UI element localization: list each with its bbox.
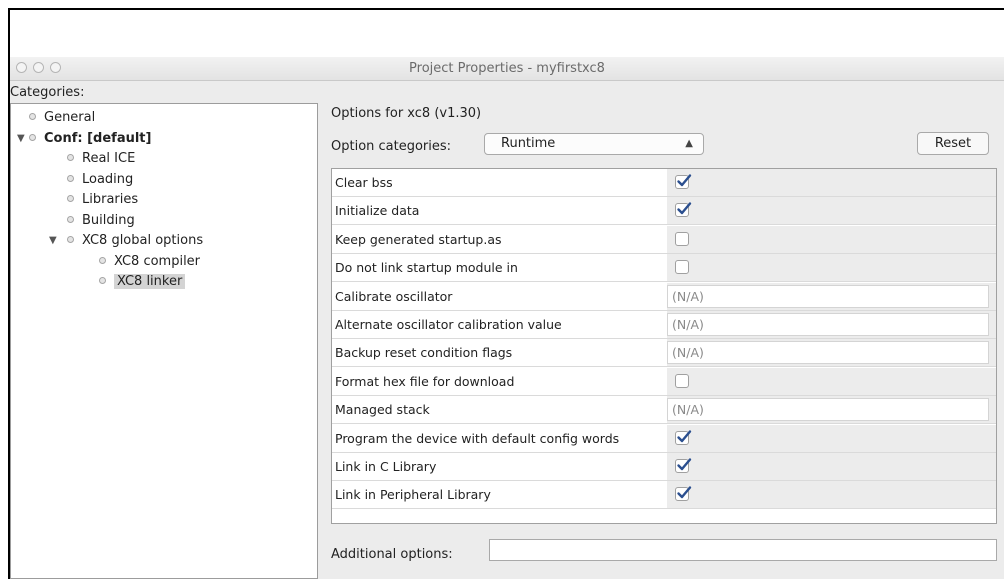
tree-node[interactable]: XC8 linker — [99, 272, 186, 292]
option-categories-select[interactable]: Runtime ▲ — [484, 133, 704, 155]
option-value-cell: (N/A) — [667, 396, 996, 424]
tree-node[interactable]: Libraries — [67, 190, 138, 210]
tree-node-label: Real ICE — [82, 151, 136, 166]
option-row: Alternate oscillator calibration value (N… — [332, 311, 996, 339]
node-bullet-icon — [99, 277, 106, 284]
option-row: Calibrate oscillator (N/A) — [332, 282, 996, 311]
tree-node-label: Building — [82, 212, 135, 228]
checked-checkbox[interactable] — [675, 486, 692, 502]
option-value-cell — [667, 367, 996, 395]
node-bullet-icon — [29, 133, 36, 141]
option-text-field[interactable]: (N/A) — [667, 284, 989, 308]
option-text-field[interactable]: (N/A) — [667, 313, 989, 336]
window-titlebar: Project Properties - myfirstxc8 — [10, 57, 1004, 81]
option-name: Backup reset condition flags — [335, 345, 513, 361]
option-categories-value: Runtime — [501, 136, 556, 151]
option-row: Clear bss — [332, 169, 996, 197]
option-name: Keep generated startup.as — [335, 231, 502, 247]
node-bullet-icon — [67, 154, 74, 161]
option-name: Clear bss — [335, 175, 393, 190]
checkmark-icon — [677, 458, 692, 471]
option-value-cell: (N/A) — [667, 339, 996, 367]
option-value-cell — [667, 453, 996, 480]
node-bullet-icon — [67, 195, 74, 202]
option-categories-label: Option categories: — [331, 139, 452, 154]
option-value-cell — [667, 481, 996, 509]
tree-node-label: Loading — [82, 171, 134, 187]
tree-node[interactable]: ▼ XC8 global options — [49, 231, 204, 251]
categories-label: Categories: — [10, 85, 85, 100]
additional-options-input[interactable] — [489, 539, 997, 561]
option-row: Link in Peripheral Library — [332, 481, 996, 510]
option-value-cell — [667, 424, 996, 452]
option-row: Format hex file for download — [332, 367, 996, 396]
option-row: Link in C Library — [332, 453, 996, 481]
node-bullet-icon — [67, 215, 74, 223]
node-bullet-icon — [67, 174, 74, 182]
checked-checkbox[interactable] — [675, 429, 692, 445]
option-name: Format hex file for download — [335, 373, 515, 389]
option-name: Link in C Library — [335, 459, 437, 474]
checked-checkbox[interactable] — [675, 202, 692, 218]
option-row: Program the device with default config w… — [332, 424, 996, 453]
option-row: Keep generated startup.as — [332, 225, 996, 254]
reset-button[interactable]: Reset — [917, 132, 989, 155]
node-bullet-icon — [67, 236, 74, 243]
option-row: Managed stack (N/A) — [332, 396, 996, 425]
updown-arrows-icon: ▲ — [685, 138, 693, 149]
option-value-cell — [667, 225, 996, 253]
tree-node-label: XC8 linker — [114, 274, 186, 289]
tree-node-label: XC8 global options — [82, 233, 204, 248]
option-name: Managed stack — [335, 402, 430, 418]
categories-tree[interactable]: General ▼ Conf: [default] Real ICE Loading Li… — [10, 103, 318, 579]
option-row: Backup reset condition flags (N/A) — [332, 339, 996, 368]
additional-options-label: Additional options: — [331, 547, 453, 562]
option-value-cell — [667, 254, 996, 282]
option-text-field[interactable]: (N/A) — [667, 341, 989, 365]
option-value-cell: (N/A) — [667, 311, 996, 338]
option-row: Initialize data — [332, 197, 996, 226]
option-name: Do not link startup module in — [335, 260, 518, 276]
checked-checkbox[interactable] — [675, 458, 692, 473]
option-text-field[interactable]: (N/A) — [667, 398, 989, 422]
dialog-body: Categories: General ▼ Conf: [default] Real … — [10, 81, 1004, 579]
options-table: Clear bss Initialize data Keep generated s… — [331, 168, 997, 524]
tree-node-label: XC8 compiler — [114, 253, 201, 269]
tree-node[interactable]: ▼ Conf: [default] — [17, 129, 152, 149]
tree-node-label: Conf: [default] — [44, 130, 152, 146]
tree-node[interactable]: Loading — [67, 170, 133, 190]
unchecked-checkbox[interactable] — [675, 373, 689, 388]
tree-node[interactable]: Building — [67, 211, 135, 231]
unchecked-checkbox[interactable] — [675, 260, 689, 275]
checkmark-icon — [677, 486, 692, 499]
expand-arrow-icon[interactable]: ▼ — [49, 231, 57, 251]
option-value-cell — [667, 197, 996, 225]
option-row: Do not link startup module in — [332, 254, 996, 283]
node-bullet-icon — [29, 113, 36, 120]
option-value-cell: (N/A) — [667, 282, 996, 310]
checkmark-icon — [677, 202, 692, 215]
option-value-cell — [667, 169, 996, 196]
option-name: Link in Peripheral Library — [335, 487, 491, 503]
window-title: Project Properties - myfirstxc8 — [409, 61, 605, 76]
checkmark-icon — [677, 429, 692, 442]
tree-node[interactable]: General — [29, 108, 95, 128]
unchecked-checkbox[interactable] — [675, 231, 689, 246]
tree-node-label: Libraries — [82, 192, 139, 207]
option-name: Calibrate oscillator — [335, 288, 453, 304]
tree-node[interactable]: Real ICE — [67, 149, 135, 169]
checkmark-icon — [677, 174, 692, 187]
options-title: Options for xc8 (v1.30) — [331, 106, 482, 121]
option-name: Program the device with default config w… — [335, 430, 620, 446]
option-name: Alternate oscillator calibration value — [335, 317, 562, 332]
tree-node[interactable]: XC8 compiler — [99, 252, 200, 272]
tree-node-label: General — [44, 110, 96, 125]
node-bullet-icon — [99, 256, 106, 264]
expand-arrow-icon[interactable]: ▼ — [17, 129, 25, 149]
checked-checkbox[interactable] — [675, 174, 692, 189]
option-name: Initialize data — [335, 203, 420, 219]
